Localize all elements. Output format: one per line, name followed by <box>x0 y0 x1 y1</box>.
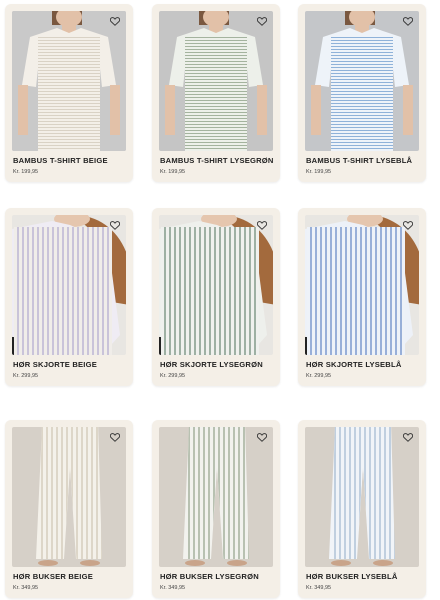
fabric-stripes <box>14 227 112 355</box>
product-card[interactable]: HØR BUKSER BEIGE Kr. 349,95 <box>5 420 133 598</box>
heart-icon[interactable] <box>401 219 414 232</box>
product-image[interactable] <box>305 215 419 355</box>
product-title[interactable]: BAMBUS T-SHIRT LYSEBLÅ <box>306 156 412 165</box>
product-card[interactable]: BAMBUS T-SHIRT LYSEBLÅ Kr. 199,95 <box>298 4 426 182</box>
product-price: Kr. 299,95 <box>13 373 39 379</box>
product-image[interactable] <box>159 427 273 567</box>
product-image[interactable] <box>12 427 126 567</box>
product-title[interactable]: HØR SKJORTE BEIGE <box>13 360 97 369</box>
fabric-stripes <box>38 35 100 151</box>
fabric-stripes <box>185 35 247 151</box>
product-image[interactable] <box>12 11 126 151</box>
product-card[interactable]: HØR SKJORTE LYSEBLÅ Kr. 299,95 <box>298 208 426 386</box>
product-price: Kr. 199,95 <box>13 169 39 175</box>
heart-icon[interactable] <box>255 431 268 444</box>
product-title[interactable]: HØR BUKSER LYSEBLÅ <box>306 572 398 581</box>
fabric-stripes <box>331 35 393 151</box>
fabric-stripes <box>161 227 259 355</box>
heart-icon[interactable] <box>108 15 121 28</box>
heart-icon[interactable] <box>255 219 268 232</box>
product-image[interactable] <box>159 215 273 355</box>
product-price: Kr. 299,95 <box>306 373 332 379</box>
product-title[interactable]: BAMBUS T-SHIRT BEIGE <box>13 156 108 165</box>
product-image[interactable] <box>159 11 273 151</box>
product-card[interactable]: BAMBUS T-SHIRT BEIGE Kr. 199,95 <box>5 4 133 182</box>
product-price: Kr. 299,95 <box>160 373 186 379</box>
fabric-stripes <box>307 227 405 355</box>
product-title[interactable]: BAMBUS T-SHIRT LYSEGRØN <box>160 156 274 165</box>
product-card[interactable]: HØR BUKSER LYSEGRØN Kr. 349,95 <box>152 420 280 598</box>
product-card[interactable]: HØR BUKSER LYSEBLÅ Kr. 349,95 <box>298 420 426 598</box>
product-title[interactable]: HØR SKJORTE LYSEBLÅ <box>306 360 402 369</box>
product-price: Kr. 349,95 <box>306 585 332 591</box>
product-price: Kr. 349,95 <box>13 585 39 591</box>
product-card[interactable]: HØR SKJORTE LYSEGRØN Kr. 299,95 <box>152 208 280 386</box>
heart-icon[interactable] <box>108 219 121 232</box>
heart-icon[interactable] <box>108 431 121 444</box>
product-card[interactable]: BAMBUS T-SHIRT LYSEGRØN Kr. 199,95 <box>152 4 280 182</box>
product-price: Kr. 349,95 <box>160 585 186 591</box>
product-price: Kr. 199,95 <box>306 169 332 175</box>
product-price: Kr. 199,95 <box>160 169 186 175</box>
product-title[interactable]: HØR SKJORTE LYSEGRØN <box>160 360 263 369</box>
product-image[interactable] <box>305 11 419 151</box>
product-card[interactable]: HØR SKJORTE BEIGE Kr. 299,95 <box>5 208 133 386</box>
product-image[interactable] <box>12 215 126 355</box>
heart-icon[interactable] <box>401 431 414 444</box>
product-image[interactable] <box>305 427 419 567</box>
heart-icon[interactable] <box>401 15 414 28</box>
product-title[interactable]: HØR BUKSER LYSEGRØN <box>160 572 259 581</box>
product-title[interactable]: HØR BUKSER BEIGE <box>13 572 93 581</box>
heart-icon[interactable] <box>255 15 268 28</box>
